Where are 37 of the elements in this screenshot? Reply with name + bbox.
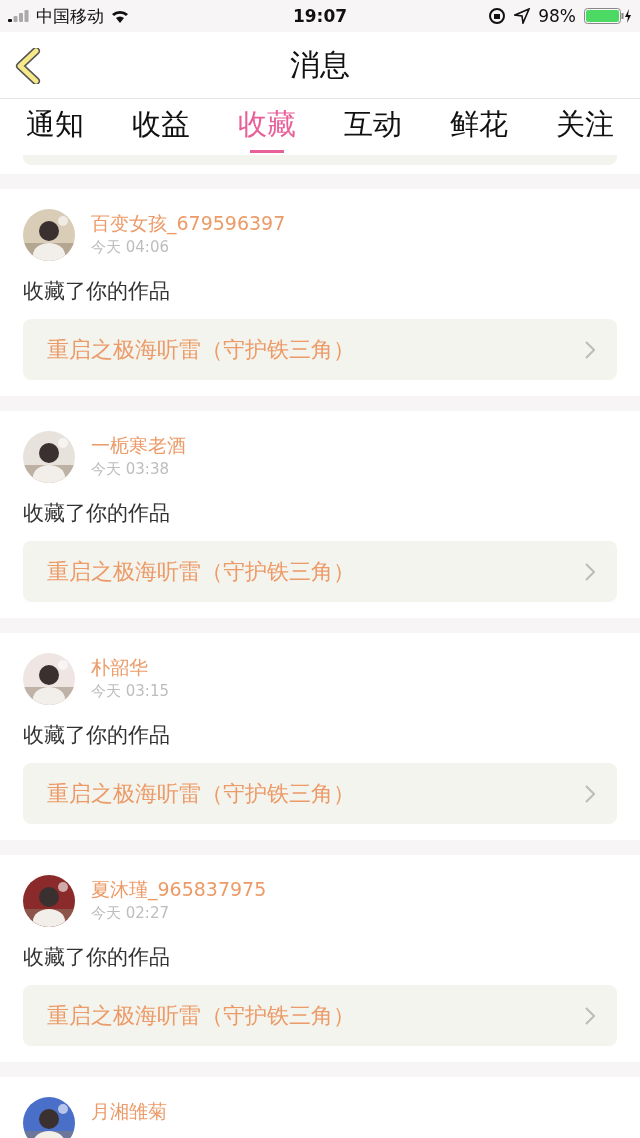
message-text: 收藏了你的作品 [23, 278, 171, 305]
signal-icon [8, 10, 30, 22]
tab[interactable]: 收益 [132, 99, 190, 155]
back-button[interactable] [14, 48, 42, 84]
message-time: 今天 03:15 [91, 682, 169, 701]
work-link[interactable]: 重启之极海听雷（守护铁三角） [23, 541, 617, 602]
message-time: 今天 02:27 [91, 904, 170, 923]
carrier-name: 中国移动 [36, 4, 104, 28]
chevron-right-icon [585, 340, 595, 359]
message-text: 收藏了你的作品 [23, 722, 171, 749]
tab[interactable]: 互动 [344, 99, 402, 155]
user-name[interactable]: 百变女孩_679596397 [91, 211, 286, 237]
page-title: 消息 [290, 45, 350, 84]
work-link[interactable]: 重启之极海听雷（守护铁三角） [23, 985, 617, 1046]
work-link[interactable]: 重启之极海听雷（守护铁三角） [23, 763, 617, 824]
message-text: 收藏了你的作品 [23, 500, 171, 527]
wifi-icon [110, 9, 130, 23]
user-name[interactable]: 夏沐瑾_965837975 [91, 877, 267, 903]
message-text: 收藏了你的作品 [23, 944, 171, 971]
clock-time: 19:07 [292, 6, 348, 26]
user-name[interactable]: 一栀寒老酒 [91, 433, 186, 459]
battery-icon [584, 8, 632, 24]
tab[interactable]: 通知 [26, 99, 84, 155]
tab[interactable]: 鲜花 [450, 99, 508, 155]
work-link[interactable]: 重启之极海听雷（守护铁三角） [23, 319, 617, 380]
chevron-right-icon [585, 784, 595, 803]
user-name[interactable]: 朴韶华 [91, 655, 169, 681]
tab[interactable]: 收藏 [238, 99, 296, 155]
tab[interactable]: 关注 [556, 99, 614, 155]
battery-percent: 98% [538, 6, 576, 26]
chevron-right-icon [585, 1006, 595, 1025]
user-name[interactable]: 月湘雏菊 [91, 1099, 167, 1125]
message-time: 今天 04:06 [91, 238, 170, 257]
message-time: 今天 03:38 [91, 460, 170, 479]
chevron-right-icon [585, 562, 595, 581]
rotation-lock-icon [488, 7, 507, 25]
location-arrow-icon [514, 8, 531, 24]
